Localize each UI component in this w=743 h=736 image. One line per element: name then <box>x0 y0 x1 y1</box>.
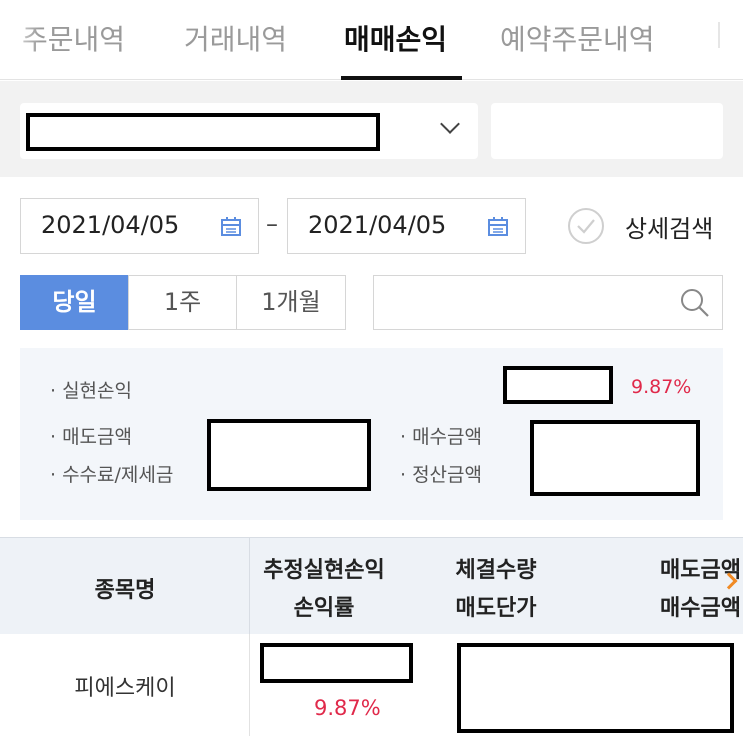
header-sell-price: 매도단가 <box>455 596 537 621</box>
table-header: 종목명 추정실현손익 손익률 체결수량 매도단가 매도금액 매수금액 <box>0 537 743 635</box>
header-est-pnl: 추정실현손익 <box>263 558 385 583</box>
tab-scroll-fade <box>0 10 40 70</box>
row-pnl-rate: 9.87% <box>314 696 381 720</box>
check-circle-icon[interactable] <box>567 207 605 245</box>
period-1week-button[interactable]: 1주 <box>128 275 237 330</box>
settlement-label: · 정산금액 <box>400 464 482 486</box>
stock-search-input[interactable] <box>373 275 723 330</box>
tab-bar: 주문내역 거래내역 매매손익 예약주문내역 <box>0 0 743 80</box>
end-date-input[interactable]: 2021/04/05 <box>287 198 526 254</box>
realized-pnl-rate: 9.87% <box>631 376 692 398</box>
realized-pnl-label: · 실현손익 <box>50 380 132 402</box>
summary-panel: · 실현손익 9.87% · 매도금액 · 매수금액 · 수수료/제세금 · 정… <box>20 348 723 520</box>
password-input[interactable] <box>491 103 723 159</box>
end-date-value: 2021/04/05 <box>308 211 447 239</box>
active-tab-indicator <box>341 76 462 80</box>
tab-reserved-orders[interactable]: 예약주문내역 <box>500 18 655 58</box>
tab-trading-pnl[interactable]: 매매손익 <box>344 18 447 58</box>
header-pnl-rate: 손익률 <box>293 596 355 621</box>
calendar-icon <box>488 217 508 236</box>
account-select[interactable] <box>20 103 478 159</box>
buy-amount-label: · 매수금액 <box>400 426 482 448</box>
redacted-account <box>26 113 380 151</box>
redacted-buy-amount <box>530 420 700 496</box>
table-header-name-cell: 종목명 <box>0 538 250 635</box>
start-date-input[interactable]: 2021/04/05 <box>20 198 259 254</box>
tab-trade-history[interactable]: 거래내역 <box>184 18 287 58</box>
date-separator: – <box>266 210 278 238</box>
row-stock-name: 피에스케이 <box>74 676 176 701</box>
period-1month-button[interactable]: 1개월 <box>236 275 346 330</box>
redacted-sell-amount <box>207 419 371 491</box>
account-band <box>0 81 743 177</box>
start-date-value: 2021/04/05 <box>41 211 180 239</box>
header-exec-qty: 체결수량 <box>455 558 537 583</box>
table-row[interactable]: 피에스케이 9.87% <box>0 634 743 736</box>
header-stock-name: 종목명 <box>94 578 156 603</box>
redacted-row-values <box>457 643 734 733</box>
redacted-est-pnl <box>260 643 413 683</box>
period-today-button[interactable]: 당일 <box>20 275 129 330</box>
header-buy-amount: 매수금액 <box>660 596 741 621</box>
table-row-name-cell: 피에스케이 <box>0 634 250 736</box>
sell-amount-label: · 매도금액 <box>50 426 132 448</box>
redacted-realized-pnl <box>503 366 613 404</box>
search-icon[interactable] <box>680 288 710 318</box>
calendar-icon <box>221 217 241 236</box>
fee-tax-label: · 수수료/제세금 <box>50 464 174 486</box>
chevron-down-icon <box>440 114 460 134</box>
detail-search-label[interactable]: 상세검색 <box>625 209 713 244</box>
tab-partial-next <box>718 22 720 48</box>
